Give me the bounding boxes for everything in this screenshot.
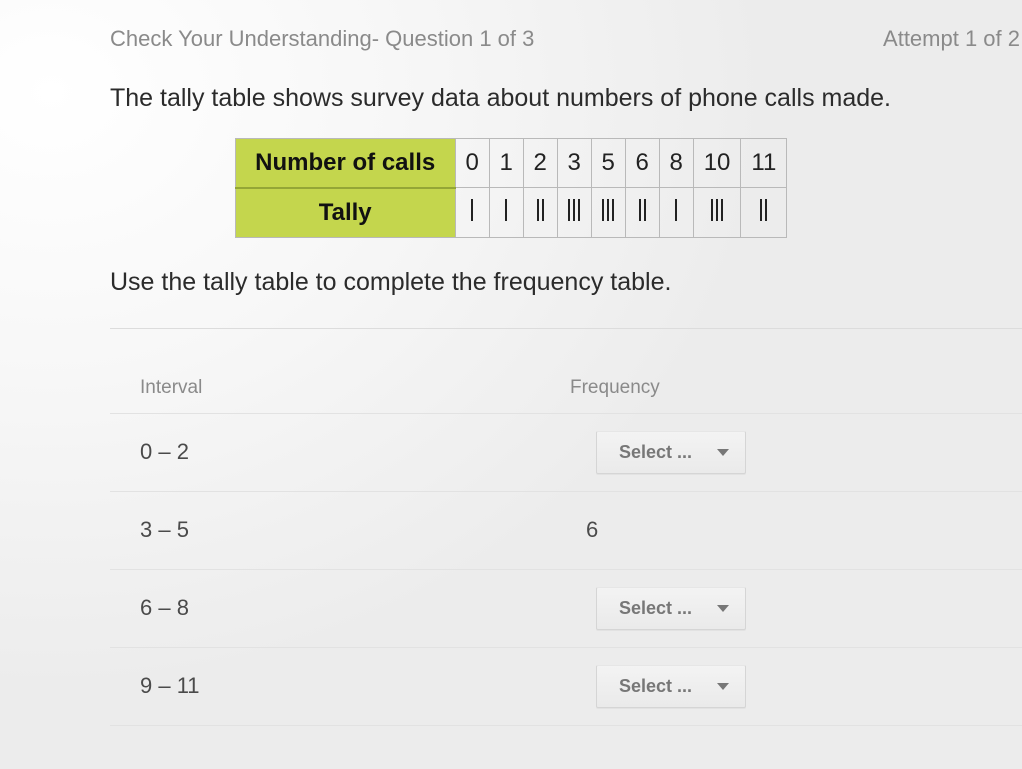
question-prompt-1: The tally table shows survey data about … bbox=[110, 82, 1022, 116]
frequency-row: 3 – 56 bbox=[110, 492, 1022, 570]
frequency-select[interactable]: Select ... bbox=[596, 587, 746, 630]
tally-row-label-tally: Tally bbox=[235, 188, 455, 238]
tally-col-number: 8 bbox=[659, 138, 693, 188]
select-placeholder: Select ... bbox=[619, 676, 692, 697]
chevron-down-icon bbox=[717, 449, 729, 456]
attempt-counter: Attempt 1 of 2 bbox=[883, 26, 1022, 52]
tally-col-number: 2 bbox=[523, 138, 557, 188]
tally-marks-cell bbox=[591, 188, 625, 238]
tally-marks-cell bbox=[523, 188, 557, 238]
col-header-frequency: Frequency bbox=[570, 377, 992, 399]
question-header: Check Your Understanding- Question 1 of … bbox=[110, 26, 1022, 52]
tally-marks-cell bbox=[489, 188, 523, 238]
frequency-value: 6 bbox=[570, 517, 992, 543]
tally-marks-cell bbox=[659, 188, 693, 238]
tally-marks-cell bbox=[625, 188, 659, 238]
select-placeholder: Select ... bbox=[619, 598, 692, 619]
frequency-select[interactable]: Select ... bbox=[596, 431, 746, 474]
tally-col-number: 5 bbox=[591, 138, 625, 188]
tally-marks-cell bbox=[557, 188, 591, 238]
col-header-interval: Interval bbox=[140, 377, 570, 399]
question-progress: Check Your Understanding- Question 1 of … bbox=[110, 26, 534, 52]
question-prompt-2: Use the tally table to complete the freq… bbox=[110, 266, 1022, 300]
interval-label: 9 – 11 bbox=[140, 673, 570, 699]
interval-label: 3 – 5 bbox=[140, 517, 570, 543]
frequency-cell: Select ... bbox=[570, 665, 992, 708]
tally-row-label-calls: Number of calls bbox=[235, 138, 455, 188]
tally-col-number: 1 bbox=[489, 138, 523, 188]
tally-marks-cell bbox=[693, 188, 741, 238]
tally-col-number: 3 bbox=[557, 138, 591, 188]
tally-col-number: 10 bbox=[693, 138, 741, 188]
tally-marks-cell bbox=[741, 188, 787, 238]
frequency-select[interactable]: Select ... bbox=[596, 665, 746, 708]
frequency-table: IntervalFrequency0 – 2Select ...3 – 566 … bbox=[110, 329, 1022, 726]
tally-col-number: 11 bbox=[741, 138, 787, 188]
tally-marks-cell bbox=[455, 188, 489, 238]
tally-col-number: 0 bbox=[455, 138, 489, 188]
chevron-down-icon bbox=[717, 605, 729, 612]
frequency-cell: Select ... bbox=[570, 431, 992, 474]
frequency-cell: Select ... bbox=[570, 587, 992, 630]
interval-label: 0 – 2 bbox=[140, 439, 570, 465]
frequency-table-header: IntervalFrequency bbox=[110, 329, 1022, 414]
frequency-row: 6 – 8 Select ... bbox=[110, 570, 1022, 648]
frequency-row: 9 – 11 Select ... bbox=[110, 648, 1022, 726]
select-placeholder: Select ... bbox=[619, 442, 692, 463]
tally-col-number: 6 bbox=[625, 138, 659, 188]
tally-table: Number of calls01235681011 Tally bbox=[235, 138, 788, 238]
interval-label: 6 – 8 bbox=[140, 595, 570, 621]
frequency-row: 0 – 2 Select ... bbox=[110, 414, 1022, 492]
chevron-down-icon bbox=[717, 683, 729, 690]
